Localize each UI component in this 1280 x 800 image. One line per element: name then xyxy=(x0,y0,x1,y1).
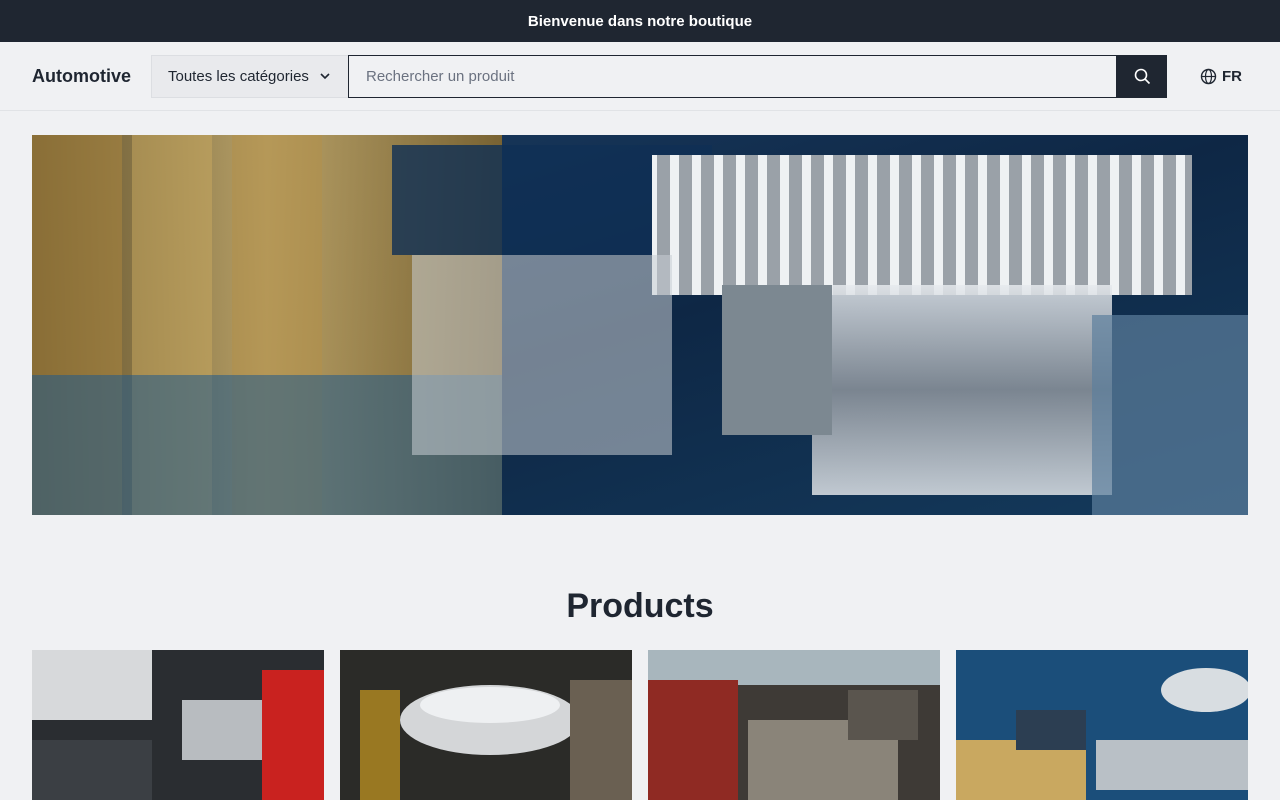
search-button[interactable] xyxy=(1117,54,1167,98)
announcement-bar: Bienvenue dans notre boutique xyxy=(0,0,1280,42)
product-grid xyxy=(0,650,1280,800)
product-card[interactable] xyxy=(32,650,324,800)
products-title: Products xyxy=(566,587,714,625)
product-image xyxy=(956,650,1248,800)
product-image xyxy=(32,650,324,800)
category-select[interactable]: Toutes les catégories xyxy=(151,54,348,98)
product-card[interactable] xyxy=(956,650,1248,800)
category-select-label: Toutes les catégories xyxy=(168,67,309,85)
product-card[interactable] xyxy=(340,650,632,800)
hero-banner xyxy=(32,135,1248,515)
product-card[interactable] xyxy=(648,650,940,800)
site-header: Automotive Toutes les catégories FR xyxy=(0,42,1280,111)
language-selector[interactable]: FR xyxy=(1200,68,1242,85)
search-icon xyxy=(1134,68,1150,84)
chevron-down-icon xyxy=(320,73,330,80)
hero-image xyxy=(32,135,1248,515)
search-input[interactable] xyxy=(348,54,1117,98)
globe-icon xyxy=(1200,68,1217,84)
product-image xyxy=(648,650,940,800)
product-image xyxy=(340,650,632,800)
language-label: FR xyxy=(1222,67,1242,85)
announcement-text: Bienvenue dans notre boutique xyxy=(527,12,753,30)
site-logo[interactable]: Automotive xyxy=(32,66,151,87)
